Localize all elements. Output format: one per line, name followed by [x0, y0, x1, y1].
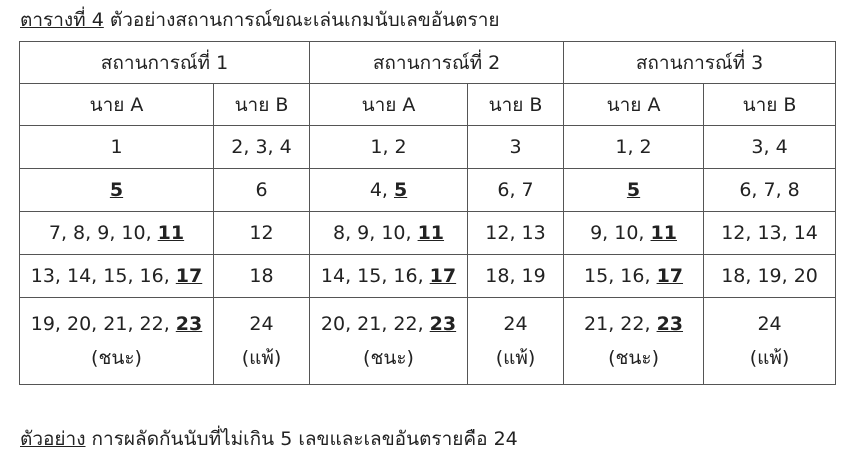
danger-count: 17	[175, 265, 203, 287]
count-cell: 14, 15, 16, 17	[309, 254, 469, 298]
count-cell: 18, 19	[467, 254, 565, 298]
count-cell: 8, 9, 10, 11	[309, 211, 469, 255]
danger-count: 23	[656, 313, 684, 335]
danger-count: 11	[157, 222, 185, 244]
scenario-header-2: สถานการณ์ที่ 2	[309, 41, 565, 84]
final-row: 19, 20, 21, 22, 23 (ชนะ) 24 (แพ้) 20, 21…	[19, 297, 837, 385]
caption-label: ตารางที่ 4	[20, 9, 104, 31]
player-header: นาย B	[212, 83, 311, 126]
count-cell: 7, 8, 9, 10, 11	[19, 211, 214, 255]
count-cell: 19, 20, 21, 22, 23 (ชนะ)	[19, 297, 214, 385]
count-cell: 24 (แพ้)	[467, 297, 565, 385]
table-caption: ตารางที่ 4 ตัวอย่างสถานการณ์ขณะเล่นเกมนั…	[20, 6, 500, 34]
count-cell: 24 (แพ้)	[212, 297, 311, 385]
table-row: 7, 8, 9, 10, 11 12 8, 9, 10, 11 12, 13 9…	[19, 211, 837, 255]
count-cell: 3	[467, 125, 565, 169]
count-cell: 9, 10, 11	[563, 211, 705, 255]
count-cell: 15, 16, 17	[563, 254, 705, 298]
danger-number-table: สถานการณ์ที่ 1 สถานการณ์ที่ 2 สถานการณ์ท…	[18, 41, 837, 385]
table-row: 13, 14, 15, 16, 17 18 14, 15, 16, 17 18,…	[19, 254, 837, 298]
scenario-header-3: สถานการณ์ที่ 3	[563, 41, 837, 84]
count-cell: 12, 13, 14	[703, 211, 837, 255]
player-header: นาย B	[467, 83, 565, 126]
danger-count: 5	[626, 179, 641, 201]
result-label: (แพ้)	[241, 347, 282, 369]
table-row: 1 2, 3, 4 1, 2 3 1, 2 3, 4	[19, 125, 837, 169]
example-text: การผลัดกันนับที่ไม่เกิน 5 เลขและเลขอันตร…	[85, 428, 518, 450]
result-label: (ชนะ)	[91, 347, 142, 369]
player-header: นาย A	[19, 83, 214, 126]
count-cell: 18	[212, 254, 311, 298]
scenario-header-row: สถานการณ์ที่ 1 สถานการณ์ที่ 2 สถานการณ์ท…	[18, 41, 837, 84]
count-cell: 18, 19, 20	[703, 254, 837, 298]
count-cell: 13, 14, 15, 16, 17	[19, 254, 214, 298]
result-label: (ชนะ)	[363, 347, 414, 369]
caption-text: ตัวอย่างสถานการณ์ขณะเล่นเกมนับเลขอันตราย	[103, 9, 500, 31]
table-row: 5 6 4, 5 6, 7 5 6, 7, 8	[19, 168, 837, 212]
count-cell: 1, 2	[309, 125, 469, 169]
count-cell: 24 (แพ้)	[703, 297, 837, 385]
count-cell: 2, 3, 4	[212, 125, 311, 169]
count-cell: 6	[212, 168, 311, 212]
count-cell: 5	[563, 168, 705, 212]
danger-count: 11	[417, 222, 445, 244]
count-cell: 3, 4	[703, 125, 837, 169]
result-label: (แพ้)	[495, 347, 536, 369]
example-note: ตัวอย่าง การผลัดกันนับที่ไม่เกิน 5 เลขแล…	[20, 426, 518, 452]
result-label: (ชนะ)	[608, 347, 659, 369]
result-label: (แพ้)	[749, 347, 790, 369]
count-cell: 12, 13	[467, 211, 565, 255]
count-cell: 1	[19, 125, 214, 169]
danger-count: 23	[175, 313, 203, 335]
danger-count: 17	[429, 265, 457, 287]
player-header: นาย A	[563, 83, 705, 126]
count-cell: 20, 21, 22, 23 (ชนะ)	[309, 297, 469, 385]
scenario-header-1: สถานการณ์ที่ 1	[18, 41, 311, 84]
count-cell: 5	[19, 168, 214, 212]
player-header: นาย A	[309, 83, 469, 126]
danger-count: 23	[429, 313, 457, 335]
count-cell: 12	[212, 211, 311, 255]
count-cell: 6, 7, 8	[703, 168, 837, 212]
example-label: ตัวอย่าง	[20, 428, 86, 450]
danger-count: 5	[109, 179, 124, 201]
count-cell: 1, 2	[563, 125, 705, 169]
count-cell: 21, 22, 23 (ชนะ)	[563, 297, 705, 385]
danger-count: 5	[393, 179, 408, 201]
player-header: นาย B	[703, 83, 837, 126]
danger-count: 17	[656, 265, 684, 287]
count-cell: 6, 7	[467, 168, 565, 212]
player-header-row: นาย A นาย B นาย A นาย B นาย A นาย B	[19, 83, 837, 126]
count-cell: 4, 5	[309, 168, 469, 212]
danger-count: 11	[650, 222, 677, 244]
